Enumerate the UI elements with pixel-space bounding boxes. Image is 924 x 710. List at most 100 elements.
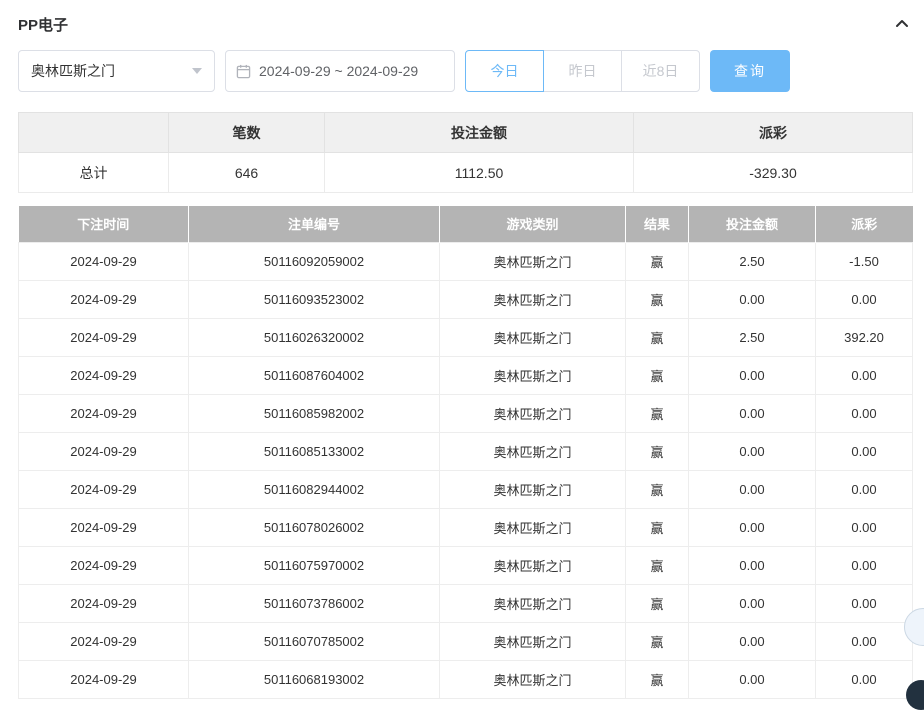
cell-payout: 0.00: [815, 545, 913, 585]
cell-bet-amount: 0.00: [688, 545, 816, 585]
cell-order-no: 50116087604002: [188, 355, 440, 395]
corner-widget[interactable]: [906, 680, 924, 710]
cell-order-no: 50116073786002: [188, 583, 440, 623]
summary-total-payout: -329.30: [633, 152, 913, 193]
header-payout: 派彩: [815, 206, 913, 242]
cell-bet-time: 2024-09-29: [18, 545, 189, 585]
pp-electronic-panel: PP电子 奥林匹斯之门 2024-09-29 ~ 2024-09-29 今日 昨…: [0, 0, 924, 699]
game-select-value: 奥林匹斯之门: [31, 63, 115, 79]
summary-header-count: 笔数: [168, 112, 325, 153]
cell-result: 赢: [625, 241, 689, 281]
cell-bet-time: 2024-09-29: [18, 583, 189, 623]
header-order-no: 注单编号: [188, 206, 440, 242]
summary-total-label: 总计: [18, 152, 169, 193]
cell-game-type: 奥林匹斯之门: [439, 431, 626, 471]
cell-order-no: 50116085133002: [188, 431, 440, 471]
cell-bet-time: 2024-09-29: [18, 279, 189, 319]
calendar-icon: [236, 64, 251, 78]
cell-game-type: 奥林匹斯之门: [439, 393, 626, 433]
cell-bet-amount: 2.50: [688, 317, 816, 357]
cell-bet-time: 2024-09-29: [18, 469, 189, 509]
date-range-picker[interactable]: 2024-09-29 ~ 2024-09-29: [225, 50, 455, 92]
cell-order-no: 50116093523002: [188, 279, 440, 319]
table-row: 2024-09-29 50116068193002 奥林匹斯之门赢 0.00 0.00: [18, 659, 913, 699]
table-row: 2024-09-29 50116085133002 奥林匹斯之门赢 0.00 0.00: [18, 431, 913, 471]
last-8-days-button[interactable]: 近8日: [621, 50, 700, 92]
table-row: 2024-09-29 50116073786002 奥林匹斯之门赢 0.00 0.00: [18, 583, 913, 623]
cell-game-type: 奥林匹斯之门: [439, 317, 626, 357]
cell-game-type: 奥林匹斯之门: [439, 469, 626, 509]
cell-game-type: 奥林匹斯之门: [439, 621, 626, 661]
table-row: 2024-09-29 50116085982002 奥林匹斯之门赢 0.00 0.00: [18, 393, 913, 433]
cell-order-no: 50116068193002: [188, 659, 440, 699]
cell-order-no: 50116092059002: [188, 241, 440, 281]
cell-payout: -1.50: [815, 241, 913, 281]
quick-date-buttons: 今日 昨日 近8日: [465, 50, 700, 92]
game-select[interactable]: 奥林匹斯之门: [18, 50, 215, 92]
cell-game-type: 奥林匹斯之门: [439, 545, 626, 585]
summary-total-bet-amount: 1112.50: [324, 152, 634, 193]
cell-payout: 0.00: [815, 507, 913, 547]
cell-game-type: 奥林匹斯之门: [439, 241, 626, 281]
cell-payout: 0.00: [815, 355, 913, 395]
table-row: 2024-09-29 50116087604002 奥林匹斯之门赢 0.00 0.00: [18, 355, 913, 395]
cell-bet-amount: 0.00: [688, 469, 816, 509]
cell-bet-amount: 0.00: [688, 393, 816, 433]
cell-game-type: 奥林匹斯之门: [439, 507, 626, 547]
cell-result: 赢: [625, 355, 689, 395]
cell-payout: 0.00: [815, 621, 913, 661]
cell-result: 赢: [625, 583, 689, 623]
header-bet-time: 下注时间: [18, 206, 189, 242]
table-row: 2024-09-29 50116075970002 奥林匹斯之门赢 0.00 0.00: [18, 545, 913, 585]
header-result: 结果: [625, 206, 689, 242]
chevron-up-icon[interactable]: [892, 14, 912, 34]
cell-game-type: 奥林匹斯之门: [439, 583, 626, 623]
cell-result: 赢: [625, 393, 689, 433]
chevron-down-icon: [192, 68, 202, 74]
table-row: 2024-09-29 50116092059002 奥林匹斯之门赢 2.50 -1.50: [18, 241, 913, 281]
table-row: 2024-09-29 50116082944002 奥林匹斯之门赢 0.00 0.00: [18, 469, 913, 509]
cell-result: 赢: [625, 317, 689, 357]
cell-game-type: 奥林匹斯之门: [439, 659, 626, 699]
cell-order-no: 50116075970002: [188, 545, 440, 585]
header-bet-amount: 投注金额: [688, 206, 816, 242]
cell-bet-amount: 0.00: [688, 279, 816, 319]
cell-order-no: 50116070785002: [188, 621, 440, 661]
cell-game-type: 奥林匹斯之门: [439, 355, 626, 395]
cell-bet-amount: 0.00: [688, 583, 816, 623]
cell-bet-time: 2024-09-29: [18, 317, 189, 357]
cell-bet-time: 2024-09-29: [18, 393, 189, 433]
page-title: PP电子: [18, 16, 69, 34]
cell-bet-time: 2024-09-29: [18, 659, 189, 699]
cell-bet-amount: 0.00: [688, 621, 816, 661]
summary-header-empty: [18, 112, 169, 153]
cell-bet-amount: 0.00: [688, 659, 816, 699]
cell-bet-time: 2024-09-29: [18, 507, 189, 547]
summary-total-count: 646: [168, 152, 325, 193]
yesterday-button[interactable]: 昨日: [543, 50, 622, 92]
today-button[interactable]: 今日: [465, 50, 544, 92]
cell-bet-amount: 0.00: [688, 507, 816, 547]
header-game-type: 游戏类别: [439, 206, 626, 242]
cell-result: 赢: [625, 659, 689, 699]
cell-bet-amount: 0.00: [688, 431, 816, 471]
cell-payout: 0.00: [815, 279, 913, 319]
bet-records-table: 下注时间 注单编号 游戏类别 结果 投注金额 派彩 2024-09-29 5011…: [18, 206, 913, 699]
summary-total-row: 总计 646 1112.50 -329.30: [18, 152, 913, 193]
cell-order-no: 50116082944002: [188, 469, 440, 509]
cell-payout: 0.00: [815, 393, 913, 433]
cell-payout: 0.00: [815, 659, 913, 699]
cell-bet-amount: 0.00: [688, 355, 816, 395]
bet-table-body: 2024-09-29 50116092059002 奥林匹斯之门赢 2.50 -1.50…: [18, 241, 913, 699]
search-button[interactable]: 查询: [710, 50, 790, 92]
table-row: 2024-09-29 50116093523002 奥林匹斯之门赢 0.00 0.00: [18, 279, 913, 319]
cell-bet-time: 2024-09-29: [18, 431, 189, 471]
cell-bet-time: 2024-09-29: [18, 241, 189, 281]
cell-result: 赢: [625, 279, 689, 319]
summary-header-payout: 派彩: [633, 112, 913, 153]
table-row: 2024-09-29 50116070785002 奥林匹斯之门赢 0.00 0.00: [18, 621, 913, 661]
cell-bet-amount: 2.50: [688, 241, 816, 281]
cell-result: 赢: [625, 507, 689, 547]
cell-result: 赢: [625, 431, 689, 471]
summary-header-bet-amount: 投注金额: [324, 112, 634, 153]
